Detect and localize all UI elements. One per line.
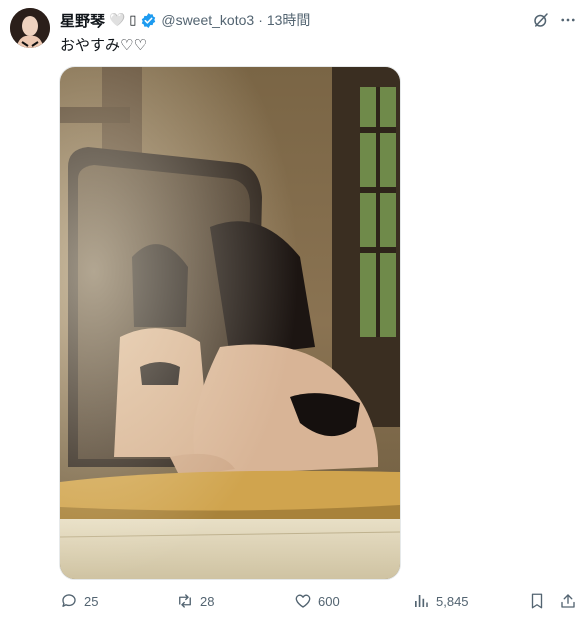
views-icon: [415, 595, 428, 607]
verified-badge-icon[interactable]: [140, 12, 157, 29]
reply-count: 25: [84, 593, 99, 609]
share-button[interactable]: [559, 588, 577, 614]
share-icon: [561, 594, 575, 608]
user-handle[interactable]: @sweet_koto3: [161, 12, 254, 28]
views-button[interactable]: 5,845: [412, 588, 469, 614]
tweet-photo[interactable]: [59, 66, 401, 580]
tweet-card[interactable]: 星野琴 🤍 ▯ @sweet_koto3 · 13時間 おやすみ♡♡ 25 28…: [0, 0, 588, 620]
tweet-header: 星野琴 🤍 ▯ @sweet_koto3 · 13時間: [60, 10, 310, 30]
retweet-count: 28: [200, 593, 215, 609]
timestamp[interactable]: 13時間: [267, 10, 311, 30]
like-button[interactable]: 600: [294, 588, 340, 614]
avatar[interactable]: [10, 8, 50, 48]
grok-icon[interactable]: [531, 10, 551, 30]
retweet-button[interactable]: 28: [176, 588, 214, 614]
view-count: 5,845: [436, 593, 469, 609]
like-icon: [295, 594, 311, 608]
more-icon[interactable]: [558, 10, 578, 30]
retweet-icon: [179, 594, 191, 608]
like-count: 600: [318, 593, 340, 609]
display-name[interactable]: 星野琴: [60, 10, 105, 31]
tweet-text: おやすみ♡♡: [60, 37, 147, 54]
action-bar: 25 28 600 5,845: [0, 588, 588, 614]
bookmark-button[interactable]: [528, 588, 546, 614]
name-extra-glyph: ▯: [129, 12, 137, 27]
name-emoji: 🤍: [109, 12, 126, 27]
reply-button[interactable]: 25: [60, 588, 98, 614]
separator-dot: ·: [258, 12, 263, 28]
bookmark-icon: [531, 593, 543, 609]
reply-icon: [62, 594, 76, 607]
